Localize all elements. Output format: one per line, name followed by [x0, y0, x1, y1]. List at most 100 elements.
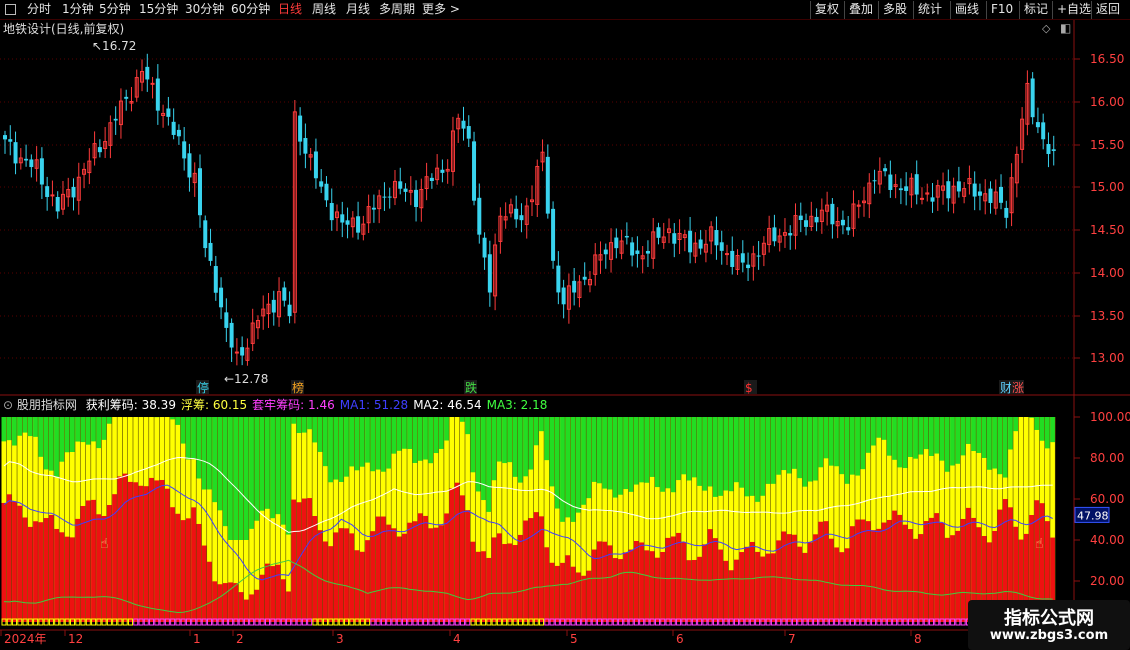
- red-bar: [802, 552, 808, 622]
- indicator-value: 1.46: [304, 398, 335, 412]
- price-tick-label: 15.50: [1090, 138, 1124, 152]
- candle-body-down: [746, 264, 751, 269]
- green-bar: [839, 417, 845, 475]
- indicator-label: 获利筹码:: [85, 398, 138, 412]
- red-bar: [892, 510, 898, 622]
- indicator-label: MA1:: [339, 398, 371, 412]
- red-bar: [597, 541, 603, 622]
- indicator-item-5: MA3: 2.18: [487, 398, 548, 412]
- green-bar: [70, 417, 76, 453]
- green-bar: [1039, 417, 1045, 441]
- collapse-icon[interactable]: ⊙: [3, 398, 13, 412]
- red-bar: [496, 533, 502, 622]
- red-bar: [433, 527, 439, 622]
- candle-body-down: [356, 216, 361, 233]
- candle-body-down: [219, 287, 224, 308]
- candle-body-down: [429, 177, 434, 181]
- candle-body-down: [630, 242, 635, 256]
- red-bar: [739, 552, 745, 622]
- candle-body-down: [814, 216, 819, 223]
- red-bar: [676, 532, 682, 622]
- green-bar: [1002, 417, 1008, 478]
- green-bar: [417, 417, 423, 461]
- candle-body-down: [440, 169, 445, 173]
- green-bar: [185, 417, 191, 460]
- green-bar: [897, 417, 903, 468]
- red-bar: [734, 559, 740, 622]
- red-bar: [307, 498, 313, 622]
- red-bar: [396, 536, 402, 622]
- green-bar: [91, 417, 97, 442]
- green-bar: [444, 417, 450, 441]
- red-bar: [328, 546, 334, 622]
- candle-body-down: [55, 197, 60, 212]
- green-bar: [217, 417, 223, 511]
- indicator-tick-label: 20.00: [1090, 574, 1124, 588]
- green-bar: [728, 417, 734, 492]
- green-bar: [734, 417, 740, 483]
- red-bar: [33, 521, 39, 622]
- green-bar: [222, 417, 228, 527]
- green-bar: [560, 417, 566, 522]
- red-bar: [407, 522, 413, 622]
- red-bar: [602, 541, 608, 622]
- candle-body-down: [324, 183, 329, 201]
- green-bar: [802, 417, 808, 487]
- candle-body-down: [45, 186, 50, 197]
- green-bar: [243, 417, 249, 540]
- event-marker-1: 榜: [292, 380, 304, 395]
- candle-body-down: [1051, 149, 1056, 151]
- price-tick-label: 14.50: [1090, 223, 1124, 237]
- watermark-line2: www.zbgs3.com: [989, 628, 1109, 643]
- candle-body-down: [645, 250, 650, 254]
- red-bar: [823, 521, 829, 622]
- indicator-value: 2.18: [516, 398, 548, 412]
- candle-body-down: [514, 208, 519, 220]
- x-axis-label: 1: [193, 632, 201, 646]
- green-bar: [955, 417, 961, 464]
- green-bar: [923, 417, 929, 450]
- red-bar: [12, 501, 18, 622]
- green-bar: [12, 417, 18, 446]
- red-bar: [338, 528, 344, 622]
- red-bar: [749, 541, 755, 622]
- red-bar: [539, 516, 545, 622]
- green-bar: [33, 417, 39, 437]
- green-bar: [512, 417, 518, 477]
- candle-body-down: [1041, 122, 1046, 140]
- candle-body-down: [688, 230, 693, 253]
- green-bar: [106, 417, 112, 424]
- candle-body-down: [872, 180, 877, 182]
- red-bar: [517, 534, 523, 622]
- green-bar: [539, 417, 545, 432]
- red-bar: [359, 551, 365, 622]
- candle-body-down: [182, 141, 187, 159]
- green-bar: [407, 417, 413, 449]
- diamond-icon[interactable]: ◇: [1042, 22, 1050, 36]
- candle-body-down: [756, 255, 761, 257]
- candle-body-down: [224, 312, 229, 328]
- red-bar: [723, 560, 729, 622]
- green-bar: [465, 417, 471, 435]
- candle-body-down: [946, 181, 951, 199]
- green-bar: [85, 417, 91, 445]
- price-tick-label: 16.00: [1090, 95, 1124, 109]
- indicator-name[interactable]: 股朋指标网: [17, 398, 77, 412]
- green-bar: [507, 417, 513, 463]
- red-bar: [428, 528, 434, 622]
- candle-body-up: [234, 351, 239, 354]
- green-bar: [676, 417, 682, 481]
- candle-body-down: [271, 299, 276, 313]
- candle-body-down: [39, 158, 44, 185]
- green-bar: [944, 417, 950, 472]
- red-bar: [523, 520, 529, 622]
- red-bar: [164, 488, 170, 622]
- green-bar: [75, 417, 81, 442]
- red-bar: [354, 550, 360, 622]
- green-bar: [375, 417, 381, 470]
- candle-body-down: [382, 196, 387, 198]
- layout-icon[interactable]: ◧: [1060, 21, 1071, 35]
- red-bar: [59, 532, 65, 622]
- green-bar: [402, 417, 408, 449]
- red-bar: [728, 570, 734, 622]
